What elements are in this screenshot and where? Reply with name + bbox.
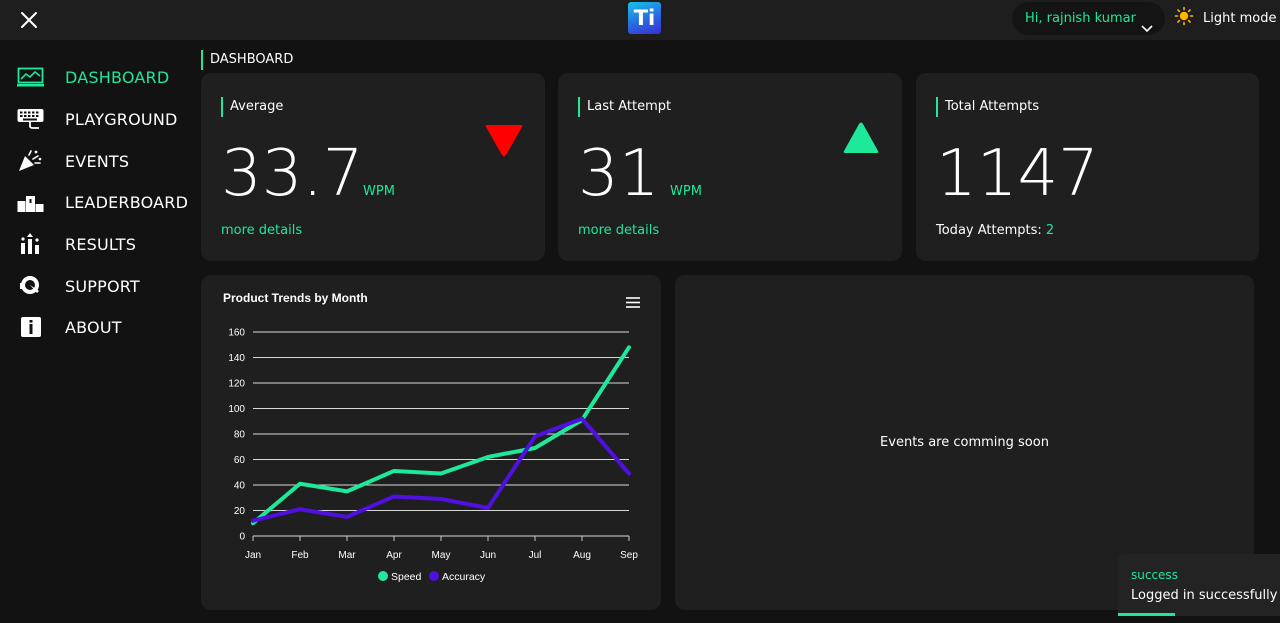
chevron-down-icon: [1141, 13, 1153, 46]
y-tick-label: 80: [234, 430, 246, 441]
y-tick-label: 120: [228, 379, 245, 390]
bar-results-icon: [17, 233, 44, 255]
chart-monitor-icon: [17, 66, 44, 88]
x-tick-label: Mar: [338, 550, 356, 561]
legend-label: Accuracy: [442, 571, 486, 583]
average-title: Average: [221, 97, 283, 117]
toast-title: success: [1131, 568, 1178, 582]
support-headset-icon: [17, 275, 44, 297]
sidebar-item-events[interactable]: EVENTS: [17, 146, 129, 176]
legend-marker-speed: [378, 571, 388, 581]
y-tick-label: 0: [239, 532, 245, 543]
legend-label: Speed: [391, 571, 422, 583]
average-unit: WPM: [363, 184, 395, 199]
user-menu-button[interactable]: Hi, rajnish kumar: [1012, 2, 1165, 35]
user-greeting: Hi, rajnish kumar: [1025, 11, 1136, 26]
today-attempts-value: 2: [1045, 223, 1055, 238]
sidebar-item-label: RESULTS: [65, 234, 137, 254]
light-mode-label: Light mode: [1203, 10, 1277, 26]
page-title: DASHBOARD: [201, 50, 293, 70]
sun-icon: [1174, 6, 1194, 30]
y-tick-label: 140: [228, 353, 245, 364]
sidebar-item-label: PLAYGROUND: [65, 109, 178, 129]
series-line-speed: [251, 345, 631, 526]
info-icon: [17, 316, 44, 338]
average-card: Average 33.7 WPM more details: [201, 73, 545, 261]
total-attempts-value: 1147: [936, 137, 1099, 211]
legend-marker-accuracy: [429, 571, 439, 581]
total-attempts-card: Total Attempts 1147 Today Attempts: 2: [916, 73, 1259, 261]
last-attempt-value: 31: [578, 137, 660, 211]
sidebar-item-results[interactable]: RESULTS: [17, 229, 136, 259]
success-toast[interactable]: success Logged in successfully: [1118, 554, 1280, 616]
x-tick-label: Jun: [480, 550, 496, 561]
events-message: Events are comming soon: [880, 435, 1049, 450]
app-logo[interactable]: Ti: [628, 2, 661, 34]
today-attempts: Today Attempts: 2: [936, 223, 1054, 238]
toast-progress-bar: [1118, 613, 1175, 616]
sidebar-item-leaderboard[interactable]: LEADERBOARD: [17, 187, 188, 217]
average-value: 33.7: [221, 137, 364, 211]
x-tick-label: May: [432, 550, 451, 561]
last-attempt-more-details-link[interactable]: more details: [578, 223, 659, 238]
podium-icon: [17, 191, 44, 213]
total-attempts-title: Total Attempts: [936, 97, 1039, 117]
y-tick-label: 40: [234, 481, 246, 492]
sidebar: DASHBOARD PLAYGROUND EVENTS LEADERBOARD …: [0, 40, 192, 623]
average-more-details-link[interactable]: more details: [221, 223, 302, 238]
sidebar-item-label: EVENTS: [65, 151, 130, 171]
trends-chart-card: Product Trends by Month 0 20 40 60 80 100 120 1…: [201, 275, 661, 610]
sidebar-item-playground[interactable]: PLAYGROUND: [17, 104, 177, 134]
top-bar: Ti Hi, rajnish kumar Light mode: [0, 0, 1280, 40]
sidebar-item-label: LEADERBOARD: [65, 192, 189, 212]
sidebar-item-label: DASHBOARD: [65, 67, 170, 87]
x-tick-label: Jul: [529, 550, 542, 561]
sidebar-item-support[interactable]: SUPPORT: [17, 271, 140, 301]
sidebar-item-about[interactable]: ABOUT: [17, 312, 122, 342]
x-tick-label: Apr: [386, 550, 402, 561]
x-tick-label: Feb: [291, 550, 309, 561]
x-tick-label: Jan: [245, 550, 261, 561]
close-icon[interactable]: [17, 8, 41, 32]
x-tick-label: Sep: [620, 550, 638, 561]
line-chart: 0 20 40 60 80 100 120 140 160 Jan Feb Mar Apr May Jun J…: [228, 328, 638, 584]
y-tick-label: 60: [234, 455, 246, 466]
keyboard-icon: [17, 108, 44, 130]
y-tick-label: 100: [228, 404, 245, 415]
y-tick-label: 20: [234, 506, 246, 517]
sidebar-item-label: ABOUT: [65, 317, 122, 337]
today-attempts-label: Today Attempts:: [936, 223, 1042, 238]
toast-message: Logged in successfully: [1131, 588, 1278, 603]
light-mode-toggle[interactable]: Light mode: [1174, 0, 1276, 36]
party-popper-icon: [17, 150, 44, 172]
sidebar-item-label: SUPPORT: [65, 276, 140, 296]
trend-down-icon: [485, 125, 523, 161]
last-attempt-unit: WPM: [670, 184, 702, 199]
sidebar-item-dashboard[interactable]: DASHBOARD: [17, 62, 169, 92]
last-attempt-card: Last Attempt 31 WPM more details: [558, 73, 902, 261]
y-tick-label: 160: [228, 328, 245, 339]
trend-up-icon: [843, 122, 879, 158]
last-attempt-title: Last Attempt: [578, 97, 671, 117]
x-tick-label: Aug: [573, 550, 591, 561]
